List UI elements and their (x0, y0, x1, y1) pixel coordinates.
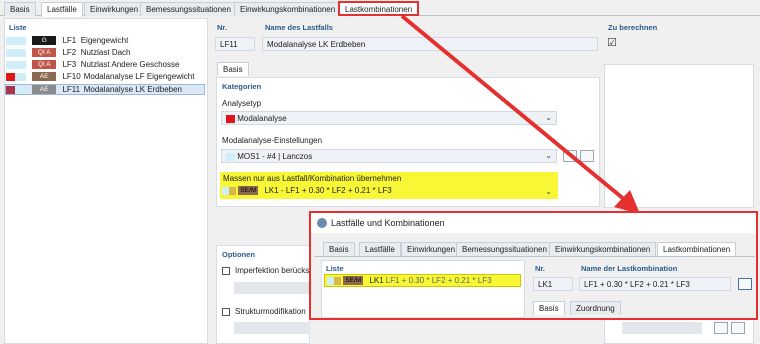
dialog-tab-divider (314, 256, 755, 257)
dialog-title: Lastfälle und Kombinationen (331, 218, 445, 228)
dialog-row-name: LF1 + 0.30 * LF2 + 0.21 * LF3 (385, 276, 492, 285)
color-swatch (334, 276, 341, 285)
dialog-nr-field[interactable]: LK1 (533, 277, 573, 291)
dialog-tab-einwirkungen[interactable]: Einwirkungen (401, 242, 462, 256)
combo-badge: SE/M (343, 276, 364, 286)
dialog-tab-basis[interactable]: Basis (323, 242, 355, 256)
dialog-subtab-basis[interactable]: Basis (533, 301, 565, 315)
dialog-list-item[interactable]: SE/M LK1 LF1 + 0.30 * LF2 + 0.21 * LF3 (324, 274, 521, 287)
color-swatch (327, 276, 334, 285)
lastfaelle-dialog: Lastfälle und Kombinationen Basis Lastfä… (309, 211, 758, 320)
dialog-subtab-zuordnung[interactable]: Zuordnung (570, 301, 621, 315)
dialog-row-id: LK1 (369, 276, 384, 285)
dialog-tab-lastkombinationen[interactable]: Lastkombinationen (657, 242, 737, 256)
dialog-name-label: Name der Lastkombination (581, 264, 678, 273)
dialog-tab-einwirkungskombinationen[interactable]: Einwirkungskombinationen (549, 242, 657, 256)
dialog-list-panel (321, 260, 525, 318)
edit-icon[interactable] (738, 278, 752, 290)
dialog-tab-bemessungssituationen[interactable]: Bemessungssituationen (456, 242, 553, 256)
dialog-name-field[interactable]: LF1 + 0.30 * LF2 + 0.21 * LF3 (579, 277, 731, 291)
dialog-list-header: Liste (326, 264, 344, 273)
dialog-tab-lastfaelle[interactable]: Lastfälle (359, 242, 401, 256)
dialog-nr-label: Nr. (535, 264, 546, 273)
app-icon (317, 218, 327, 228)
